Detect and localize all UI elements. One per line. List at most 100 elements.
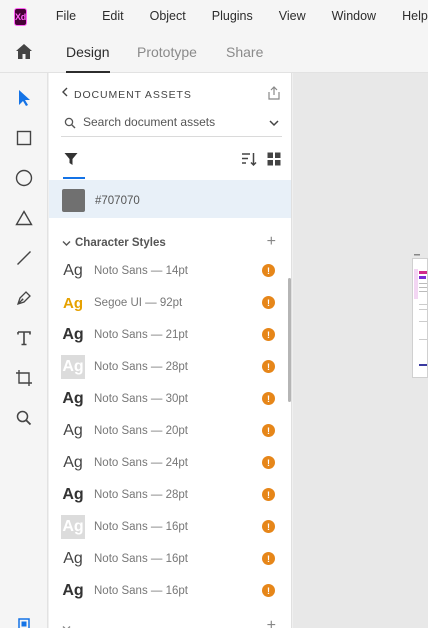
list-item[interactable]: Ag Noto Sans — 16pt ! <box>49 511 291 543</box>
chevron-down-icon[interactable] <box>62 624 71 628</box>
chevron-down-icon[interactable] <box>268 117 280 129</box>
add-character-style-icon[interactable]: + <box>267 233 276 251</box>
zoom-tool[interactable] <box>12 406 36 430</box>
list-item[interactable]: Ag Noto Sans — 28pt ! <box>49 479 291 511</box>
artboard-thumbnail[interactable] <box>412 258 428 378</box>
color-swatch[interactable] <box>62 189 85 212</box>
menu-object[interactable]: Object <box>137 0 199 33</box>
select-tool[interactable] <box>12 86 36 110</box>
mode-bar: Design Prototype Share <box>0 33 428 73</box>
warning-icon[interactable]: ! <box>262 424 275 437</box>
style-label: Noto Sans — 14pt <box>94 265 188 277</box>
list-item[interactable]: Ag Noto Sans — 30pt ! <box>49 383 291 415</box>
list-item[interactable]: Ag Noto Sans — 21pt ! <box>49 319 291 351</box>
list-item[interactable]: Ag Noto Sans — 28pt ! <box>49 351 291 383</box>
color-hex-label: #707070 <box>95 195 140 207</box>
artboard-title-marker[interactable] <box>414 253 420 257</box>
tab-prototype[interactable]: Prototype <box>137 33 197 73</box>
ellipse-tool[interactable] <box>12 166 36 190</box>
style-preview: Ag <box>63 262 83 279</box>
menu-plugins[interactable]: Plugins <box>199 0 266 33</box>
menu-view[interactable]: View <box>266 0 319 33</box>
home-icon[interactable] <box>14 42 34 62</box>
warning-icon[interactable]: ! <box>262 264 275 277</box>
warning-icon[interactable]: ! <box>262 520 275 533</box>
list-item[interactable]: Ag Noto Sans — 16pt ! <box>49 543 291 575</box>
filter-icon[interactable] <box>63 151 79 167</box>
share-export-icon[interactable] <box>266 85 282 101</box>
assets-panel-toggle[interactable] <box>12 613 36 628</box>
menu-file[interactable]: File <box>43 0 89 33</box>
style-preview: Ag <box>62 390 84 407</box>
warning-icon[interactable]: ! <box>262 392 275 405</box>
tool-bar <box>0 73 48 628</box>
style-label: Noto Sans — 24pt <box>94 457 188 469</box>
style-preview: Ag <box>63 422 83 439</box>
assets-search[interactable] <box>61 111 282 137</box>
xd-logo-icon: Xd <box>14 7 27 26</box>
color-asset-row[interactable]: #707070 <box>49 180 291 218</box>
style-label: Noto Sans — 30pt <box>94 393 188 405</box>
list-item[interactable]: Ag Segoe UI — 92pt ! <box>49 287 291 319</box>
menu-help[interactable]: Help <box>389 0 428 33</box>
style-preview: Ag <box>63 294 83 312</box>
assets-library-icon <box>18 618 30 628</box>
artboard-tool[interactable] <box>12 366 36 390</box>
select-arrow-icon <box>19 90 30 106</box>
pen-icon <box>16 291 31 306</box>
zoom-icon <box>16 410 32 426</box>
pen-tool[interactable] <box>12 286 36 310</box>
line-icon <box>17 251 31 265</box>
character-styles-header[interactable]: Character Styles + <box>49 233 291 253</box>
style-preview: Ag <box>61 355 85 379</box>
polygon-tool[interactable] <box>12 206 36 230</box>
menu-bar: Xd File Edit Object Plugins View Window … <box>0 0 428 33</box>
style-label: Noto Sans — 16pt <box>94 553 188 565</box>
rectangle-icon <box>16 130 32 146</box>
menu-window[interactable]: Window <box>319 0 389 33</box>
grid-view-icon[interactable] <box>267 152 281 166</box>
menu-edit[interactable]: Edit <box>89 0 137 33</box>
tab-design[interactable]: Design <box>66 33 110 73</box>
warning-icon[interactable]: ! <box>262 296 275 309</box>
document-assets-panel: DOCUMENT ASSETS #707070 Character Styles… <box>49 73 292 628</box>
panel-title: DOCUMENT ASSETS <box>74 89 192 101</box>
style-label: Segoe UI — 92pt <box>94 297 183 309</box>
search-icon <box>64 117 76 129</box>
triangle-icon <box>15 210 33 226</box>
style-label: Noto Sans — 16pt <box>94 585 188 597</box>
warning-icon[interactable]: ! <box>262 488 275 501</box>
tab-share[interactable]: Share <box>226 33 263 73</box>
search-input[interactable] <box>83 115 253 129</box>
back-chevron-icon[interactable] <box>61 87 69 100</box>
chevron-down-icon[interactable] <box>62 239 71 248</box>
add-icon[interactable]: + <box>267 617 276 628</box>
panel-header: DOCUMENT ASSETS <box>49 83 291 105</box>
rectangle-tool[interactable] <box>12 126 36 150</box>
list-item[interactable]: Ag Noto Sans — 20pt ! <box>49 415 291 447</box>
warning-icon[interactable]: ! <box>262 552 275 565</box>
artboard-icon <box>16 370 32 386</box>
warning-icon[interactable]: ! <box>262 584 275 597</box>
style-preview: Ag <box>63 454 83 471</box>
style-label: Noto Sans — 28pt <box>94 361 188 373</box>
line-tool[interactable] <box>12 246 36 270</box>
style-label: Noto Sans — 28pt <box>94 489 188 501</box>
sort-icon[interactable] <box>241 151 257 167</box>
list-item[interactable]: Ag Noto Sans — 14pt ! <box>49 255 291 287</box>
next-section-header[interactable]: + <box>49 617 291 628</box>
design-canvas[interactable] <box>293 73 428 628</box>
style-preview: Ag <box>63 550 83 567</box>
warning-icon[interactable]: ! <box>262 360 275 373</box>
text-icon <box>17 331 31 346</box>
style-label: Noto Sans — 16pt <box>94 521 188 533</box>
list-item[interactable]: Ag Noto Sans — 16pt ! <box>49 575 291 607</box>
style-label: Noto Sans — 21pt <box>94 329 188 341</box>
panel-scrollbar[interactable] <box>288 278 291 402</box>
artboard-preview-graphic <box>413 259 427 377</box>
list-item[interactable]: Ag Noto Sans — 24pt ! <box>49 447 291 479</box>
ellipse-icon <box>15 169 33 187</box>
warning-icon[interactable]: ! <box>262 456 275 469</box>
warning-icon[interactable]: ! <box>262 328 275 341</box>
text-tool[interactable] <box>12 326 36 350</box>
